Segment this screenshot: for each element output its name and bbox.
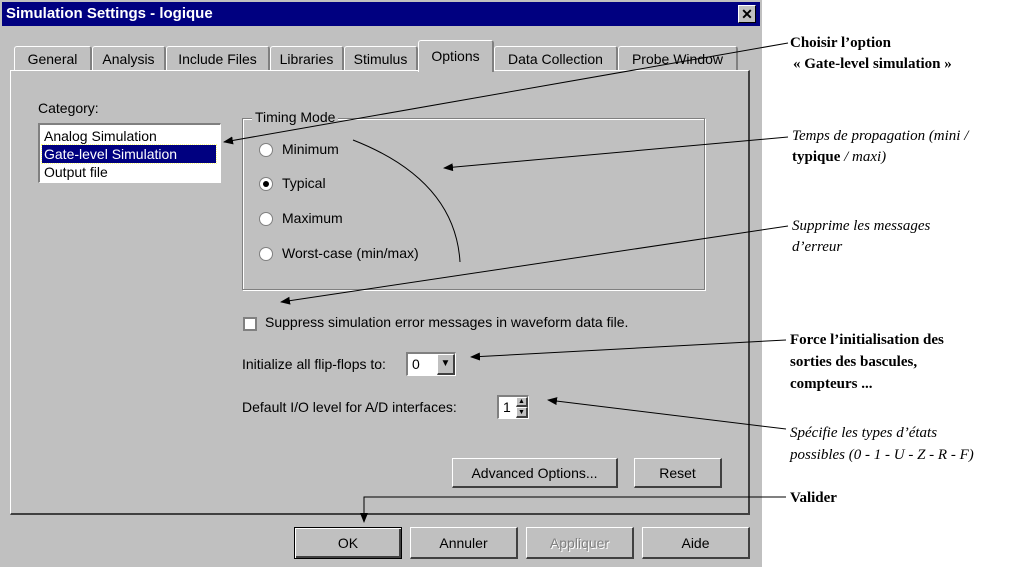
annotation-validate: Valider: [790, 490, 837, 506]
radio-typical[interactable]: [259, 177, 273, 191]
radio-maximum-label: Maximum: [282, 210, 343, 226]
suppress-errors-label: Suppress simulation error messages in wa…: [265, 314, 629, 330]
radio-selected-dot: [263, 181, 269, 187]
reset-button[interactable]: Reset: [634, 458, 722, 488]
list-item[interactable]: Analog Simulation: [42, 127, 216, 145]
io-level-label: Default I/O level for A/D interfaces:: [242, 399, 457, 415]
annotation-suppress-2: d’erreur: [792, 239, 843, 255]
annotation-suppress-1: Supprime les messages: [792, 218, 931, 234]
apply-button: Appliquer: [526, 527, 634, 559]
annotation-timing-2: typique / maxi): [792, 148, 886, 167]
list-item-selected[interactable]: Gate-level Simulation: [41, 144, 217, 164]
radio-minimum-label: Minimum: [282, 141, 339, 157]
annotation-io-1: Spécifie les types d’états: [790, 425, 938, 441]
category-label: Category:: [38, 100, 99, 116]
io-level-value: 1: [503, 399, 511, 415]
spin-down-button[interactable]: ▼: [516, 407, 528, 418]
cancel-button[interactable]: Annuler: [410, 527, 518, 559]
annotation-timing-2b: / maxi): [840, 149, 887, 165]
arrow-down-icon: ▼: [518, 409, 525, 416]
advanced-options-button[interactable]: Advanced Options...: [452, 458, 618, 488]
annotation-timing-1: Temps de propagation (mini /: [792, 128, 969, 144]
suppress-errors-checkbox[interactable]: [243, 317, 257, 331]
timing-mode-label: Timing Mode: [252, 109, 339, 125]
arrow-up-icon: ▲: [518, 398, 525, 405]
radio-maximum[interactable]: [259, 212, 273, 226]
dropdown-button[interactable]: ▼: [437, 354, 455, 375]
simulation-settings-dialog: Simulation Settings - logique ✕ General …: [0, 0, 762, 567]
annotation-init-1: Force l’initialisation des: [790, 332, 944, 348]
chevron-down-icon: ▼: [440, 358, 451, 369]
radio-worst-case[interactable]: [259, 247, 273, 261]
radio-typical-label: Typical: [282, 175, 326, 191]
annotation-init-2: sorties des bascules,: [790, 354, 918, 370]
init-flipflops-value: 0: [412, 356, 420, 372]
annotation-init-3: compteurs ...: [790, 376, 873, 392]
io-level-spinner[interactable]: 1 ▲ ▼: [497, 395, 529, 419]
init-flipflops-label: Initialize all flip-flops to:: [242, 356, 386, 372]
init-flipflops-select[interactable]: 0 ▼: [406, 352, 456, 376]
annotation-gate-level-1: Choisir l’option: [790, 35, 891, 51]
ok-button[interactable]: OK: [294, 527, 402, 559]
category-listbox[interactable]: Analog Simulation Gate-level Simulation …: [38, 123, 221, 183]
spin-up-button[interactable]: ▲: [516, 397, 528, 407]
annotation-gate-level-2: « Gate-level simulation »: [793, 56, 952, 72]
radio-worst-case-label: Worst-case (min/max): [282, 245, 419, 261]
radio-minimum[interactable]: [259, 143, 273, 157]
annotation-timing-2a: typique: [792, 149, 841, 165]
help-button[interactable]: Aide: [642, 527, 750, 559]
annotation-io-2: possibles (0 - 1 - U - Z - R - F): [790, 447, 974, 463]
list-item[interactable]: Output file: [42, 163, 216, 181]
